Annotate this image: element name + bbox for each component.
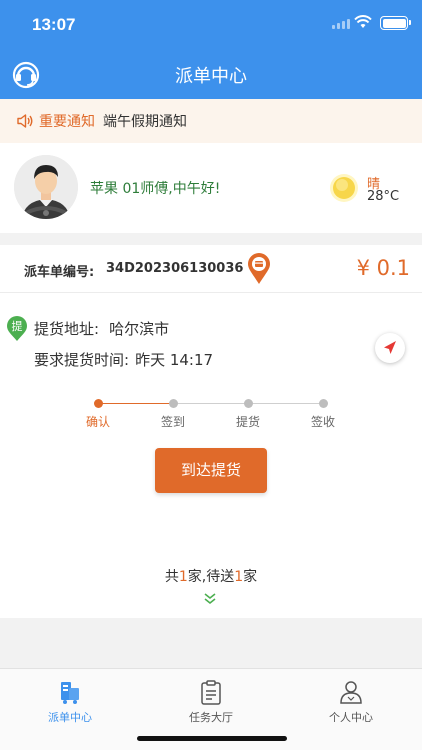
person-icon [340, 681, 362, 704]
progress-steps: 确认 签到 提货 签收 [78, 397, 348, 437]
greeting-message: 苹果 01师傅,中午好! [90, 181, 221, 197]
pickup-badge: 提 [7, 316, 27, 341]
status-bar: 13:07 [0, 0, 422, 50]
greeting-panel: 苹果 01师傅,中午好! 晴 28°C [0, 143, 422, 233]
battery-icon [380, 16, 411, 30]
nav-bar: 派单中心 [0, 50, 422, 99]
sun-icon [330, 174, 358, 202]
pickup-time-label: 要求提货时间: [34, 351, 130, 369]
order-price: ¥ 0.1 [356, 256, 410, 280]
location-pin-icon[interactable] [247, 253, 271, 285]
pickup-address-label: 提货地址: [34, 320, 100, 338]
pickup-address: 提货地址: 哈尔滨市 [34, 318, 169, 339]
delivery-summary: 共1家,待送1家 [164, 569, 258, 585]
tab-label-dispatch: 派单中心 [48, 711, 92, 724]
navigation-arrow-icon [384, 341, 396, 354]
notice-text[interactable]: 端午假期通知 [103, 111, 187, 131]
order-number-label: 派车单编号: [24, 265, 95, 280]
tab-label-personal: 个人中心 [329, 711, 373, 724]
pickup-time: 要求提货时间: 昨天 14:17 [34, 349, 213, 370]
pickup-badge-text: 提 [12, 320, 23, 333]
status-time: 13:07 [32, 15, 76, 34]
driver-avatar-icon [14, 155, 78, 219]
navigate-button[interactable] [375, 333, 405, 363]
order-number: 34D202306130036 [106, 261, 244, 276]
step-confirm: 确认 [78, 397, 118, 430]
notice-bar[interactable]: 重要通知 端午假期通知 [0, 99, 422, 143]
wifi-icon [354, 15, 372, 28]
step-pickup: 提货 [228, 397, 268, 430]
avatar[interactable] [14, 155, 78, 219]
order-header: 派车单编号: 34D202306130036 ¥ 0.1 [0, 245, 422, 293]
tab-task-hall[interactable]: 任务大厅 [151, 669, 271, 729]
pickup-address-value: 哈尔滨市 [109, 320, 170, 338]
home-indicator [137, 736, 287, 741]
dispatch-icon [61, 682, 79, 704]
signal-icon [332, 19, 350, 29]
expand-more-icon[interactable] [202, 591, 218, 607]
pickup-time-value: 昨天 14:17 [135, 351, 214, 369]
order-card: 派车单编号: 34D202306130036 ¥ 0.1 提 提货地址: 哈尔滨市… [0, 245, 422, 618]
step-checkin: 签到 [153, 397, 193, 430]
notice-tag: 重要通知 [39, 114, 95, 130]
page-title: 派单中心 [175, 66, 247, 87]
step-signoff: 签收 [303, 397, 343, 430]
speaker-icon [17, 114, 33, 128]
weather-temperature: 28°C [367, 189, 400, 204]
tab-dispatch-center[interactable]: 派单中心 [10, 669, 130, 729]
clipboard-icon [201, 680, 221, 705]
tab-label-task-hall: 任务大厅 [189, 711, 233, 724]
arrive-pickup-button[interactable]: 到达提货 [155, 448, 267, 493]
tab-personal-center[interactable]: 个人中心 [291, 669, 411, 729]
